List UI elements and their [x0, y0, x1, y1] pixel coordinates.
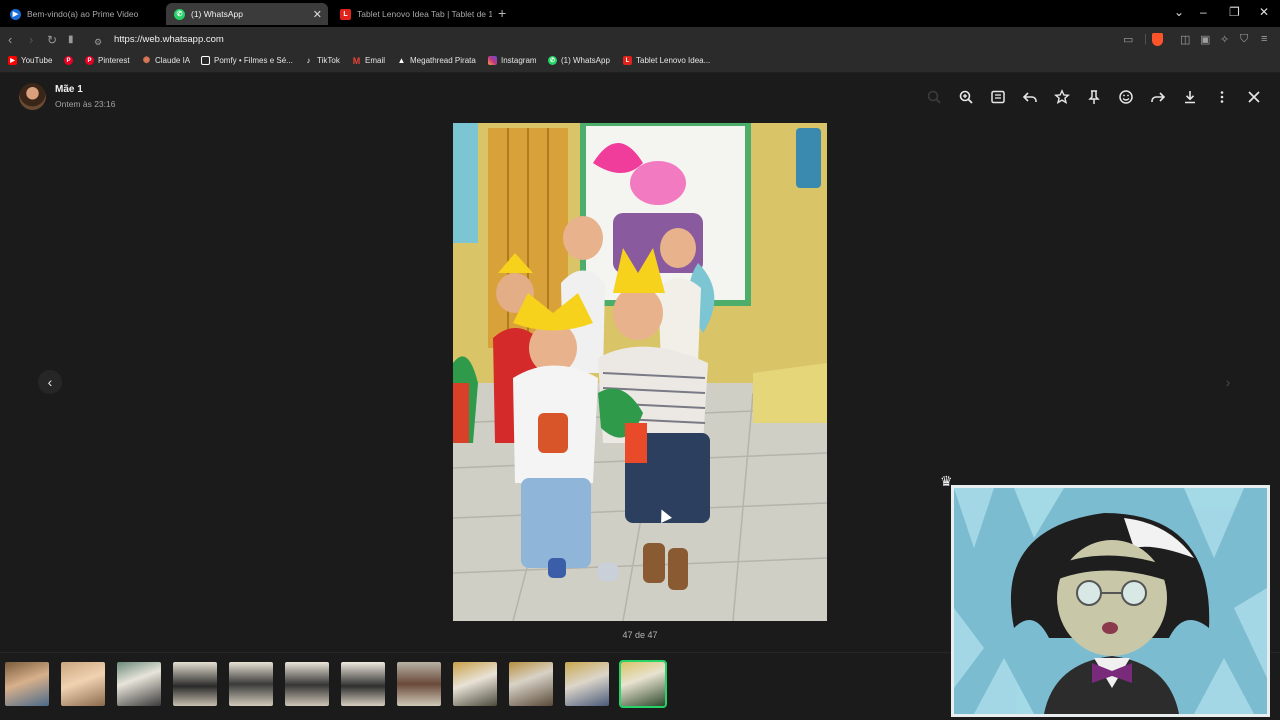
bookmarks-bar: ▶ YouTube P P Pinterest ✺ Claude IA Pomf…	[0, 53, 1280, 73]
vpn-icon[interactable]: ⛉	[1240, 33, 1248, 46]
pinterest-icon: P	[64, 56, 73, 65]
zoom-out-icon	[923, 86, 945, 108]
bookmark-label: Instagram	[501, 56, 537, 65]
photo-image	[453, 123, 827, 621]
media-thumbnail[interactable]	[5, 662, 49, 706]
menu-icon[interactable]: ≡	[1261, 33, 1267, 45]
bookmark-pinterest[interactable]: P Pinterest	[85, 56, 130, 65]
media-thumbnail[interactable]	[509, 662, 553, 706]
pomfy-icon	[201, 56, 210, 65]
bookmark-pinterest-icon-only[interactable]: P	[64, 56, 73, 65]
minimize-icon[interactable]: –	[1200, 5, 1207, 19]
tab-label: Tablet Lenovo Idea Tab | Tablet de 11	[357, 9, 492, 19]
bookmark-youtube[interactable]: ▶ YouTube	[8, 56, 52, 65]
whatsapp-icon: ✆	[548, 56, 557, 65]
download-icon[interactable]	[1179, 86, 1201, 108]
tab-bar: ▶ Bem-vindo(a) ao Prime Video ✆ (1) What…	[0, 0, 1280, 27]
cartoon-drawing	[954, 488, 1267, 714]
tab-lenovo[interactable]: L Tablet Lenovo Idea Tab | Tablet de 11	[332, 3, 492, 25]
reply-icon[interactable]	[1019, 86, 1041, 108]
bookmark-icon[interactable]: ▮	[68, 32, 74, 48]
leo-icon[interactable]: ✧	[1220, 33, 1229, 46]
bookmark-claude[interactable]: ✺ Claude IA	[142, 55, 191, 65]
megathread-icon: ▲	[397, 56, 406, 65]
url-field[interactable]: https://web.whatsapp.com	[114, 34, 224, 45]
emoji-icon[interactable]	[1115, 86, 1137, 108]
claude-icon: ✺	[142, 55, 151, 65]
media-thumbnail[interactable]	[61, 662, 105, 706]
bookmark-label: (1) WhatsApp	[561, 56, 610, 65]
tab-label: Bem-vindo(a) ao Prime Video	[27, 9, 139, 19]
zoom-in-icon[interactable]	[955, 86, 977, 108]
tab-prime-video[interactable]: ▶ Bem-vindo(a) ao Prime Video	[2, 3, 162, 25]
tab-search-icon[interactable]: ⌄	[1174, 5, 1184, 19]
media-thumbnail[interactable]	[173, 662, 217, 706]
reload-icon[interactable]: ↻	[47, 32, 57, 48]
media-thumbnail-selected[interactable]	[619, 660, 667, 708]
tab-whatsapp[interactable]: ✆ (1) WhatsApp ✕	[166, 3, 328, 25]
close-icon[interactable]	[1243, 86, 1265, 108]
pinterest-icon: P	[85, 56, 94, 65]
more-icon[interactable]	[1211, 86, 1233, 108]
previous-media-button[interactable]: ‹	[38, 370, 62, 394]
site-settings-icon[interactable]: ⚙	[94, 34, 102, 50]
address-bar: ‹ › ↻ ▮ ⚙ https://web.whatsapp.com ▭ | ◫…	[0, 27, 1280, 53]
bookmark-email[interactable]: M Email	[352, 55, 386, 66]
brave-shield-icon[interactable]	[1152, 33, 1163, 46]
bookmark-megathread[interactable]: ▲ Megathread Pirata	[397, 56, 476, 65]
lenovo-icon: L	[340, 8, 351, 20]
restore-icon[interactable]: ❐	[1229, 5, 1240, 19]
cast-icon[interactable]: ▭	[1123, 33, 1133, 46]
overlay-cartoon-image	[951, 485, 1270, 717]
next-media-button[interactable]: ›	[1216, 370, 1240, 394]
media-thumbnail[interactable]	[453, 662, 497, 706]
sent-timestamp: Ontem às 23:16	[55, 99, 116, 109]
caption-icon[interactable]	[987, 86, 1009, 108]
media-thumbnail[interactable]	[397, 662, 441, 706]
lenovo-icon: L	[623, 56, 632, 65]
bookmark-label: YouTube	[21, 56, 53, 65]
bookmark-lenovo[interactable]: L Tablet Lenovo Idea...	[623, 56, 710, 65]
media-photo	[453, 123, 827, 621]
bookmark-label: Tablet Lenovo Idea...	[636, 56, 711, 65]
forward-icon[interactable]	[1147, 86, 1169, 108]
pin-icon[interactable]	[1083, 86, 1105, 108]
avatar[interactable]	[19, 83, 46, 110]
bookmark-label: TikTok	[317, 56, 340, 65]
bookmark-tiktok[interactable]: ♪ TikTok	[304, 56, 340, 65]
instagram-icon	[488, 56, 497, 65]
media-thumbnail[interactable]	[229, 662, 273, 706]
prime-video-icon: ▶	[10, 8, 21, 20]
forward-nav-icon[interactable]: ›	[29, 32, 33, 48]
new-tab-icon[interactable]: +	[498, 5, 506, 21]
back-icon[interactable]: ‹	[8, 32, 12, 48]
bookmark-label: Email	[365, 56, 386, 65]
close-tab-icon[interactable]: ✕	[313, 8, 322, 21]
bookmark-pomfy[interactable]: Pomfy • Filmes e Sé...	[201, 56, 293, 65]
tab-label: (1) WhatsApp	[191, 9, 243, 19]
bookmark-instagram[interactable]: Instagram	[488, 56, 537, 65]
bookmark-label: Pinterest	[98, 56, 130, 65]
close-window-icon[interactable]: ✕	[1259, 5, 1269, 19]
media-thumbnail[interactable]	[565, 662, 609, 706]
bookmark-label: Claude IA	[155, 56, 191, 65]
separator: |	[1144, 33, 1147, 45]
tiktok-icon: ♪	[306, 56, 311, 65]
sidebar-icon[interactable]: ◫	[1180, 33, 1190, 46]
sender-name: Mãe 1	[55, 84, 83, 95]
media-thumbnail[interactable]	[285, 662, 329, 706]
whatsapp-icon: ✆	[174, 8, 185, 20]
youtube-icon: ▶	[8, 56, 17, 65]
media-thumbnail[interactable]	[341, 662, 385, 706]
bookmark-whatsapp[interactable]: ✆ (1) WhatsApp	[548, 56, 610, 65]
media-thumbnail[interactable]	[117, 662, 161, 706]
bookmark-label: Pomfy • Filmes e Sé...	[214, 56, 293, 65]
gmail-icon: M	[352, 55, 361, 66]
bookmark-label: Megathread Pirata	[410, 56, 476, 65]
star-icon[interactable]	[1051, 86, 1073, 108]
wallet-icon[interactable]: ▣	[1200, 33, 1210, 46]
